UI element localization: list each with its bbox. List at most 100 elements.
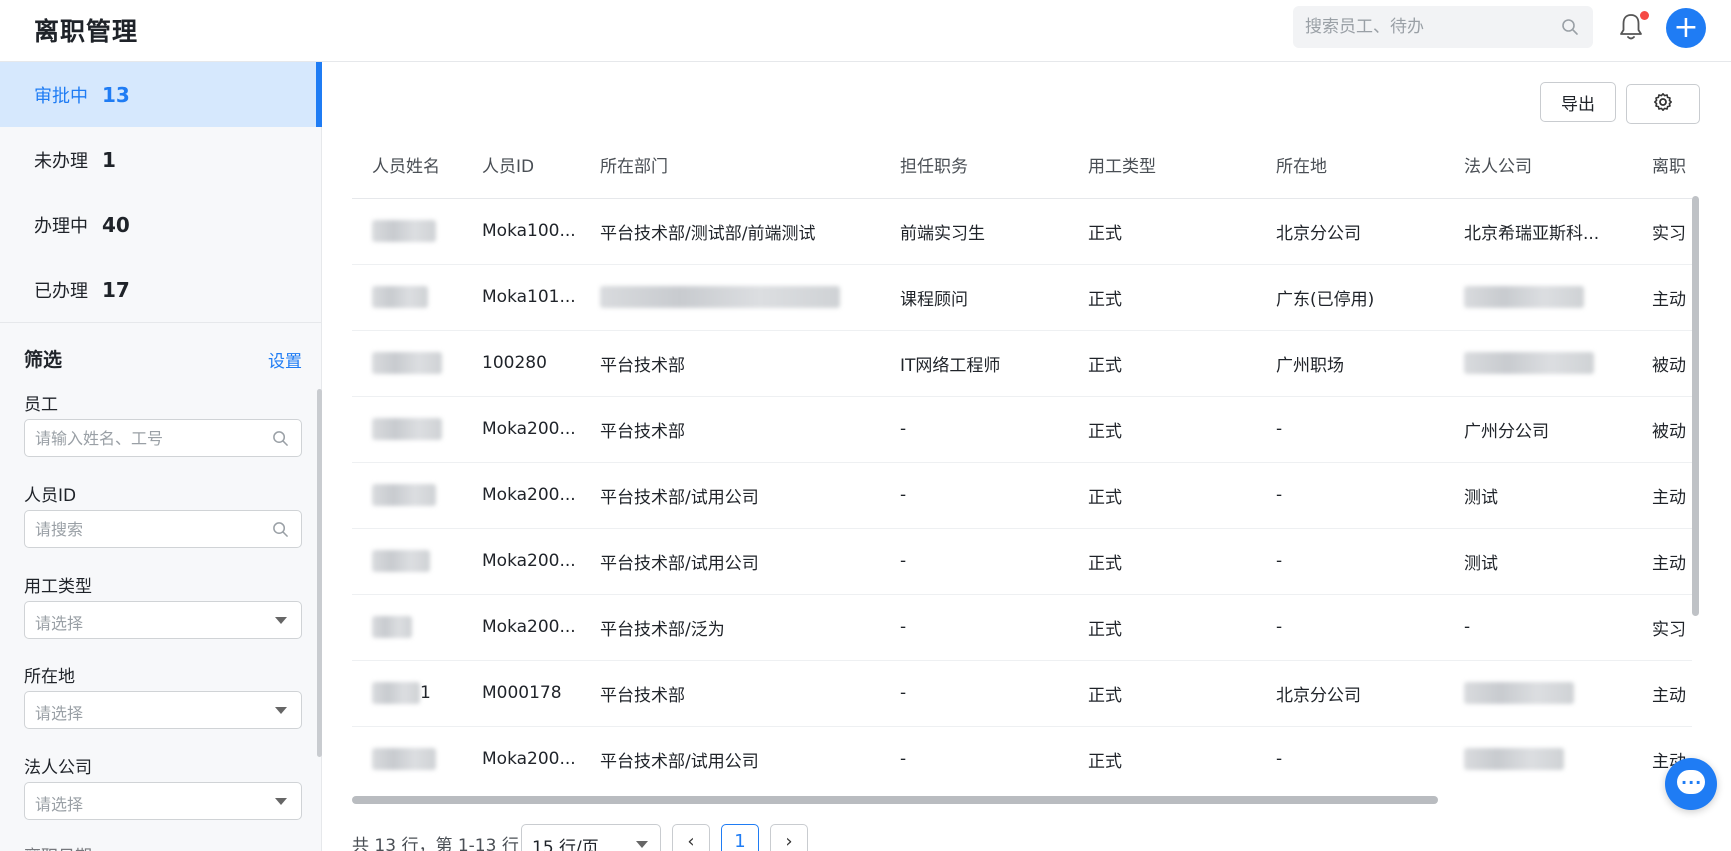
cell-reason: 实习 — [1632, 594, 1692, 661]
employee-filter-input[interactable] — [35, 427, 265, 449]
cell-name[interactable] — [352, 198, 462, 265]
column-header[interactable]: 人员姓名 — [352, 132, 462, 199]
cell-title: 前端实习生 — [880, 198, 1068, 265]
table-row[interactable]: Moka200... 平台技术部/试用公司 - 正式 - 测试 主动 — [352, 462, 1692, 529]
cell-name[interactable] — [352, 528, 462, 595]
table-vertical-scrollbar[interactable] — [1692, 196, 1699, 616]
status-item-label: 审批中 — [34, 85, 88, 107]
cell-name[interactable] — [352, 264, 462, 331]
cell-dept: 平台技术部/试用公司 — [580, 528, 880, 595]
cell-id: Moka200... — [462, 528, 580, 595]
redacted-block — [372, 484, 436, 506]
filter-settings-link[interactable]: 设置 — [268, 347, 302, 372]
leave-date-filter-label: 离职日期 — [24, 842, 92, 851]
column-header[interactable]: 所在部门 — [580, 132, 880, 199]
column-header[interactable]: 人员ID — [462, 132, 580, 199]
cell-type: 正式 — [1068, 198, 1256, 265]
redacted-block — [372, 616, 412, 638]
status-item-in-progress[interactable]: 办理中 40 — [0, 192, 322, 257]
cell-location: - — [1256, 594, 1444, 661]
status-item-label: 已办理 — [34, 280, 88, 302]
add-button[interactable]: + — [1666, 8, 1706, 48]
cell-dept: 平台技术部/泛为 — [580, 594, 880, 661]
cell-name[interactable] — [352, 594, 462, 661]
cell-title: - — [880, 528, 1068, 595]
prev-page-button[interactable]: ‹ — [672, 824, 710, 851]
cell-id: Moka101... — [462, 264, 580, 331]
redacted-block — [600, 286, 840, 308]
cell-id: 100280 — [462, 330, 580, 397]
column-header[interactable]: 用工类型 — [1068, 132, 1256, 199]
settings-button[interactable] — [1626, 84, 1700, 124]
cell-name[interactable] — [352, 396, 462, 463]
cell-name[interactable]: 1 — [352, 660, 462, 727]
cell-title: - — [880, 594, 1068, 661]
sidebar: 审批中 13 未办理 1 办理中 40 已办理 17 筛选 设置 员工 请输入姓… — [0, 62, 322, 851]
cell-name[interactable] — [352, 330, 462, 397]
person-id-filter[interactable] — [24, 510, 302, 548]
app: 离职管理 + 审批中 13 未办理 1 办理中 40 — [0, 0, 1731, 851]
cell-company: 广州分公司 — [1444, 396, 1632, 463]
table-row[interactable]: Moka100... 平台技术部/测试部/前端测试 前端实习生 正式 北京分公司… — [352, 198, 1692, 265]
table-row[interactable]: Moka200... 平台技术部/试用公司 - 正式 - 测试 主动 — [352, 528, 1692, 595]
person-id-filter-input[interactable] — [35, 518, 265, 540]
table-row[interactable]: Moka200... 平台技术部/试用公司 - 正式 - 主动 — [352, 726, 1692, 792]
cell-company: - — [1444, 594, 1632, 661]
cell-company — [1444, 726, 1632, 792]
status-item-approving[interactable]: 审批中 13 — [0, 62, 322, 127]
column-header[interactable]: 担任职务 — [880, 132, 1068, 199]
divider — [0, 322, 322, 323]
company-select[interactable]: 请选择 — [24, 782, 302, 820]
status-item-count: 1 — [102, 147, 116, 172]
caret-down-icon — [275, 798, 287, 805]
cell-dept — [580, 264, 880, 331]
column-header[interactable]: 离职 — [1632, 132, 1692, 199]
gear-icon — [1653, 92, 1673, 117]
global-search[interactable] — [1293, 6, 1593, 48]
cell-dept: 平台技术部/测试部/前端测试 — [580, 198, 880, 265]
table-row[interactable]: 1 M000178 平台技术部 - 正式 北京分公司 主动 — [352, 660, 1692, 727]
redacted-block — [372, 286, 428, 308]
cell-dept: 平台技术部/试用公司 — [580, 726, 880, 792]
cell-reason: 主动 — [1632, 462, 1692, 529]
top-bar: 离职管理 + — [0, 0, 1731, 62]
cell-reason: 主动 — [1632, 528, 1692, 595]
chat-button[interactable]: ··· — [1665, 758, 1717, 810]
page-size-select[interactable]: 15 行/页 — [521, 824, 661, 851]
table-row[interactable]: Moka101... 课程顾问 正式 广东(已停用) 主动 — [352, 264, 1692, 331]
cell-reason: 被动 — [1632, 330, 1692, 397]
cell-type: 正式 — [1068, 396, 1256, 463]
caret-down-icon — [636, 841, 648, 848]
cell-name[interactable] — [352, 462, 462, 529]
cell-type: 正式 — [1068, 528, 1256, 595]
global-search-input[interactable] — [1305, 14, 1555, 40]
cell-company — [1444, 264, 1632, 331]
cell-title: 课程顾问 — [880, 264, 1068, 331]
location-select[interactable]: 请选择 — [24, 691, 302, 729]
resignation-table: 人员姓名 人员ID 所在部门 担任职务 用工类型 所在地 法人公司 离职 Mok… — [352, 132, 1692, 792]
column-header[interactable]: 法人公司 — [1444, 132, 1632, 199]
table-row[interactable]: 100280 平台技术部 IT网络工程师 正式 广州职场 被动 — [352, 330, 1692, 397]
search-icon[interactable] — [1561, 18, 1579, 40]
cell-type: 正式 — [1068, 330, 1256, 397]
next-page-button[interactable]: › — [770, 824, 808, 851]
cell-company: 测试 — [1444, 528, 1632, 595]
redacted-block — [372, 418, 442, 440]
employment-type-select[interactable]: 请选择 — [24, 601, 302, 639]
status-item-done[interactable]: 已办理 17 — [0, 257, 322, 322]
redacted-block — [372, 220, 436, 242]
cell-name[interactable] — [352, 726, 462, 792]
column-header[interactable]: 所在地 — [1256, 132, 1444, 199]
employee-filter[interactable] — [24, 419, 302, 457]
cell-id: Moka200... — [462, 396, 580, 463]
cell-type: 正式 — [1068, 594, 1256, 661]
status-item-unhandled[interactable]: 未办理 1 — [0, 127, 322, 192]
table-horizontal-scrollbar[interactable] — [352, 796, 1438, 804]
table-row[interactable]: Moka200... 平台技术部/泛为 - 正式 - - 实习 — [352, 594, 1692, 661]
export-button[interactable]: 导出 — [1540, 82, 1616, 122]
page-1-button[interactable]: 1 — [721, 824, 759, 851]
table-row[interactable]: Moka200... 平台技术部 - 正式 - 广州分公司 被动 — [352, 396, 1692, 463]
cell-id: Moka200... — [462, 462, 580, 529]
employment-type-filter-label: 用工类型 — [24, 577, 92, 597]
cell-location: - — [1256, 528, 1444, 595]
